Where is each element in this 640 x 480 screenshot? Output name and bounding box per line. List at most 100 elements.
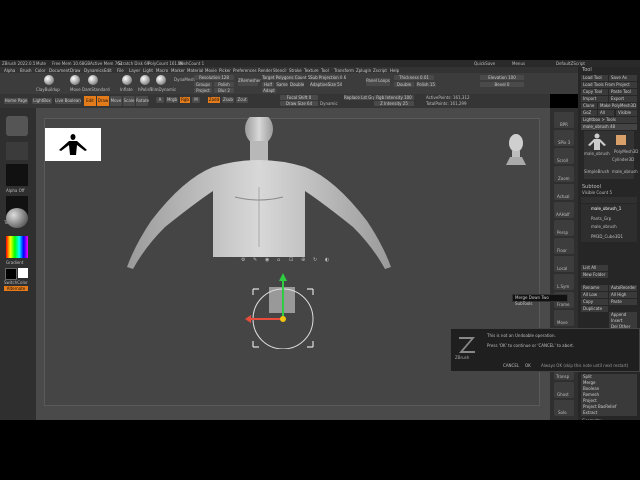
mask-icon[interactable]: ◐ xyxy=(325,257,329,263)
quicksave-button[interactable]: QuickSave xyxy=(474,61,495,66)
spix-button[interactable]: SPix 3 xyxy=(554,130,574,146)
default-zscript-button[interactable]: DefaultZScript xyxy=(556,61,585,66)
target-polygons-slider[interactable]: Target Polygons Count 5 xyxy=(262,75,310,80)
main-color-swatch[interactable] xyxy=(5,268,17,280)
secondary-color-swatch[interactable] xyxy=(18,268,28,278)
adapt-button[interactable]: Adapt xyxy=(262,88,276,93)
bpr-button[interactable]: BPR xyxy=(554,112,574,128)
tool-thumb-male[interactable] xyxy=(586,133,608,151)
duplicate-button[interactable]: Duplicate xyxy=(581,306,608,312)
draw-size-slider[interactable]: Draw Size 64 xyxy=(280,101,318,106)
color-picker[interactable] xyxy=(6,236,28,258)
save-as-button[interactable]: Save As xyxy=(609,75,637,81)
zcut-button[interactable]: Zcut xyxy=(236,97,248,103)
make-polymesh-button[interactable]: Make PolyMesh3D xyxy=(598,103,637,109)
paste-button[interactable]: Paste xyxy=(609,299,637,305)
subtool-item[interactable]: male_obrush_1 xyxy=(591,206,621,211)
rename-button[interactable]: Rename xyxy=(581,285,608,291)
inflate-brush-icon[interactable] xyxy=(122,75,132,85)
bevel-slider[interactable]: Bevel 0 xyxy=(480,82,524,87)
scale-button[interactable]: Scale xyxy=(123,96,135,106)
load-tools-from-project-button[interactable]: Load Tools From Project xyxy=(581,82,637,88)
same-button[interactable]: Same xyxy=(276,82,288,87)
load-tool-button[interactable]: Load Tool xyxy=(581,75,608,81)
title-item[interactable]: Mute xyxy=(36,61,46,66)
double-sided-button[interactable]: Double xyxy=(394,82,414,87)
all-high-button[interactable]: All High xyxy=(609,292,637,298)
current-tool-slider[interactable]: male_obrush 48 xyxy=(581,124,637,130)
zoom-button[interactable]: Zoom xyxy=(554,166,574,182)
export-button[interactable]: Export xyxy=(609,96,637,102)
tool-panel-header[interactable]: Tool xyxy=(582,67,592,73)
alternate-button[interactable]: Alternate xyxy=(4,286,28,291)
navigation-thumbnail[interactable] xyxy=(45,128,101,161)
menus-button[interactable]: Menus xyxy=(512,61,525,66)
copy-button[interactable]: Copy xyxy=(581,299,608,305)
transpose-gizmo[interactable] xyxy=(245,259,325,349)
clone-button[interactable]: Clone xyxy=(581,103,597,109)
ghost-button[interactable]: Ghost xyxy=(554,382,574,398)
resolution-slider[interactable]: Resolution 128 xyxy=(194,75,234,80)
subtool-item[interactable]: PM3D_Cube3D1 xyxy=(591,234,623,239)
zsub-button[interactable]: Zsub xyxy=(222,97,234,103)
move-brush-icon[interactable] xyxy=(70,75,80,85)
brush-preview-icon[interactable] xyxy=(6,116,28,136)
persp-button[interactable]: Persp xyxy=(554,220,574,236)
blur-slider[interactable]: Blur 2 xyxy=(214,88,234,93)
clay-buildup-brush-icon[interactable] xyxy=(44,75,54,85)
polish-slider[interactable]: Polish 15 xyxy=(416,82,436,87)
polymesh-thumb-icon[interactable] xyxy=(616,135,626,145)
move-view-button[interactable]: Move xyxy=(554,310,574,326)
paste-tool-button[interactable]: Paste Tool xyxy=(609,89,637,95)
polish-button[interactable]: Polish xyxy=(214,82,234,87)
head-orientation-icon[interactable] xyxy=(505,131,527,165)
aahalf-button[interactable]: AAHalf xyxy=(554,202,574,218)
list-all-button[interactable]: List All xyxy=(581,265,608,271)
dam-standard-brush-icon[interactable] xyxy=(88,75,98,85)
rgb-button[interactable]: Rgb xyxy=(180,97,190,103)
actual-button[interactable]: Actual xyxy=(554,184,574,200)
lightbox-tools-button[interactable]: Lightbox > Tools xyxy=(581,117,637,123)
subtool-item[interactable]: male_obrush xyxy=(591,224,617,229)
move-button[interactable]: Move xyxy=(110,96,122,106)
new-folder-button[interactable]: New Folder xyxy=(581,272,608,278)
mrgb-button[interactable]: Mrgb xyxy=(166,97,178,103)
half-button[interactable]: Half xyxy=(262,82,274,87)
m-button[interactable]: M xyxy=(192,97,200,103)
lsym-button[interactable]: L.Sym xyxy=(554,274,574,290)
solo-button[interactable]: Solo xyxy=(554,400,574,416)
material-sphere-icon[interactable] xyxy=(6,208,28,228)
import-button[interactable]: Import xyxy=(581,96,608,102)
all-low-button[interactable]: All Low xyxy=(581,292,608,298)
dialog-always-ok-option[interactable]: Always OK (skip this note until next res… xyxy=(541,363,628,368)
male-model[interactable] xyxy=(105,117,405,277)
subtool-scroll-indicators[interactable] xyxy=(581,197,637,203)
z-intensity-slider[interactable]: Z Intensity 25 xyxy=(374,101,414,106)
adaptive-size-slider[interactable]: AdaptiveSize 50 xyxy=(310,82,342,87)
all-button[interactable]: All xyxy=(598,110,614,116)
panel-loops-button[interactable]: Panel Loops xyxy=(366,78,390,86)
double-button[interactable]: Double xyxy=(290,82,304,87)
stroke-icon[interactable] xyxy=(6,142,28,160)
scroll-button[interactable]: Scroll xyxy=(554,148,574,164)
draw-button[interactable]: Draw xyxy=(97,96,109,106)
extract-button[interactable]: Extract xyxy=(581,410,637,416)
dialog-ok-button[interactable]: OK xyxy=(525,363,531,368)
focal-shift-slider[interactable]: Focal Shift 0 xyxy=(280,95,318,100)
thickness-slider[interactable]: Thickness 0.01 xyxy=(394,75,434,80)
zadd-button[interactable]: Zadd xyxy=(208,97,220,103)
local-button[interactable]: Local xyxy=(554,256,574,272)
groups-button[interactable]: Groups xyxy=(194,82,212,87)
copy-tool-button[interactable]: Copy Tool xyxy=(581,89,608,95)
switch-color-label[interactable]: SwitchColor xyxy=(4,280,28,285)
dynamic-toggle[interactable]: Dynamic xyxy=(320,101,338,106)
lightbox-button[interactable]: LightBox xyxy=(32,98,52,104)
dialog-cancel-button[interactable]: CANCEL xyxy=(503,363,519,368)
visible-button[interactable]: Visible xyxy=(616,110,637,116)
live-boolean-button[interactable]: Live Boolean xyxy=(55,98,81,104)
replace-list-button[interactable]: Replace Lst Grp xyxy=(344,95,376,100)
autoreorder-button[interactable]: AutoReorder xyxy=(609,285,637,291)
project-button[interactable]: Project xyxy=(194,88,212,93)
trim-dynamic-brush-icon[interactable] xyxy=(156,75,166,85)
elevation-slider[interactable]: Elevation 100 xyxy=(480,75,524,80)
